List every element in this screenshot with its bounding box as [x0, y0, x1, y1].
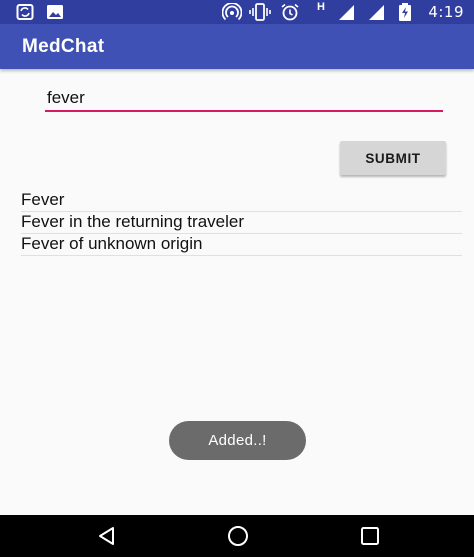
- results-list: Fever Fever in the returning traveler Fe…: [21, 190, 462, 256]
- app-bar: MedChat: [0, 24, 474, 69]
- network-type-label: H: [317, 1, 325, 13]
- clock-time: 4:19: [428, 3, 464, 21]
- hotspot-icon: [221, 2, 243, 26]
- list-item[interactable]: Fever in the returning traveler: [21, 212, 462, 234]
- sync-icon: [16, 3, 34, 26]
- signal-icon: [337, 3, 355, 26]
- search-input[interactable]: [45, 82, 443, 112]
- vibrate-icon: [249, 3, 271, 26]
- signal-icon: [367, 3, 385, 26]
- home-icon[interactable]: [226, 525, 250, 547]
- recents-icon[interactable]: [358, 525, 382, 547]
- back-icon[interactable]: [95, 525, 119, 547]
- image-icon: [46, 3, 64, 26]
- toast-message: Added..!: [169, 421, 306, 460]
- list-item[interactable]: Fever: [21, 190, 462, 212]
- battery-charging-icon: [398, 3, 412, 26]
- list-item[interactable]: Fever of unknown origin: [21, 234, 462, 256]
- status-bar: H 4:19: [0, 0, 474, 24]
- alarm-icon: [280, 3, 300, 26]
- submit-button[interactable]: SUBMIT: [340, 141, 446, 175]
- app-title: MedChat: [22, 36, 105, 57]
- navigation-bar: [0, 515, 474, 557]
